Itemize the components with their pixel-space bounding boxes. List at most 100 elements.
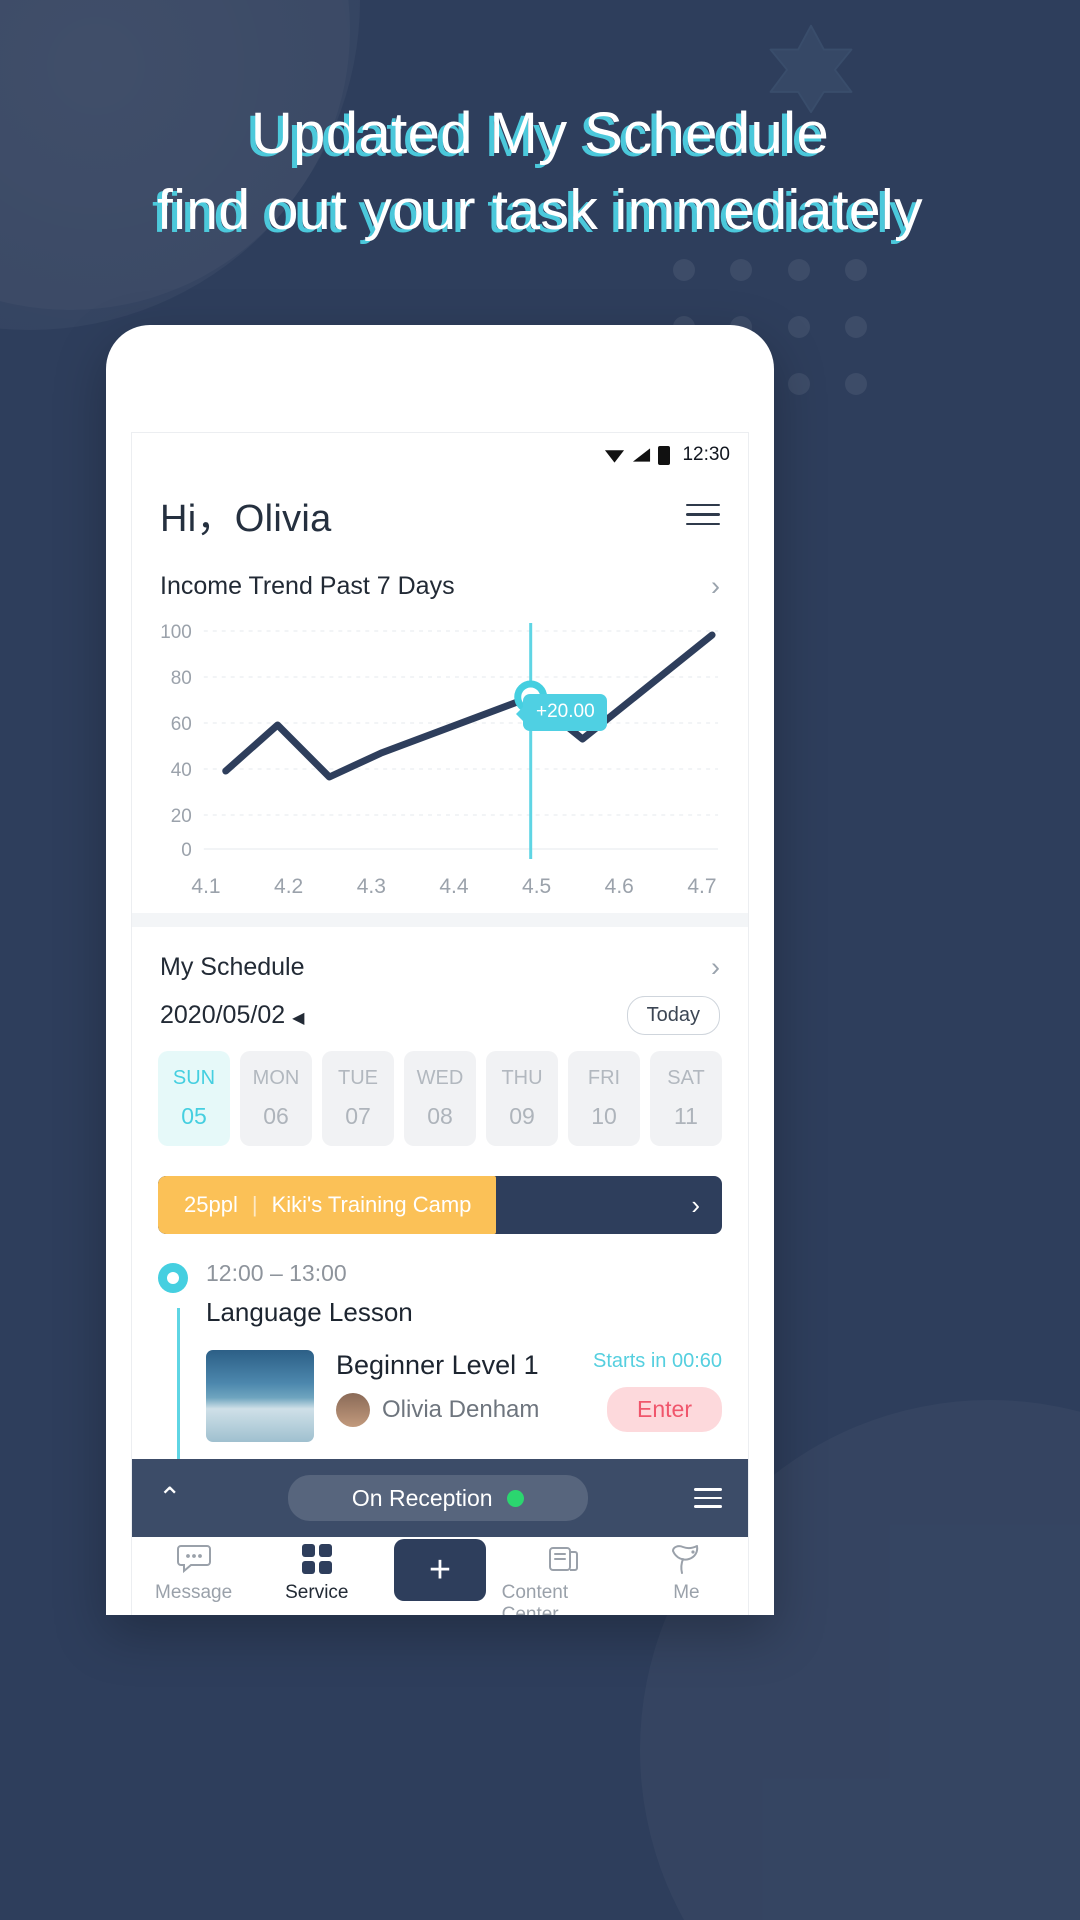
day-name: FRI — [587, 1067, 621, 1089]
message-icon — [176, 1541, 211, 1577]
svg-text:60: 60 — [171, 714, 192, 735]
tab-message[interactable]: Message — [132, 1541, 255, 1604]
day-pill-sat[interactable]: SAT 11 — [650, 1051, 722, 1146]
schedule-timeline: 12:00 – 13:00 Language Lesson Beginner L… — [132, 1234, 748, 1508]
chart-x-tick: 4.5 — [522, 875, 552, 898]
day-pill-wed[interactable]: WED 08 — [404, 1051, 476, 1146]
chart-tooltip: +20.00 — [516, 694, 607, 731]
tab-label: Content Center — [501, 1582, 569, 1615]
wifi-icon — [605, 450, 625, 463]
chart-x-ticks: 4.1 4.2 4.3 4.4 4.5 4.6 4.7 — [132, 873, 748, 899]
section-divider — [132, 913, 748, 927]
svg-text:100: 100 — [160, 622, 192, 643]
chevron-up-icon[interactable]: ⌃ — [158, 1484, 181, 1512]
chart-series-line — [222, 631, 716, 781]
day-pill-sun[interactable]: SUN 05 — [158, 1051, 230, 1146]
chevron-right-icon[interactable]: › — [711, 954, 720, 981]
camp-name: Kiki's Training Camp — [271, 1192, 472, 1217]
svg-text:40: 40 — [171, 760, 192, 781]
reception-status-pill[interactable]: On Reception — [287, 1475, 588, 1521]
schedule-title: My Schedule — [160, 953, 305, 981]
chart-x-tick: 4.6 — [604, 875, 634, 898]
today-button[interactable]: Today — [626, 996, 720, 1035]
greeting-text: Hi，Olivia — [160, 498, 332, 540]
plus-icon[interactable]: + — [394, 1539, 486, 1601]
hero-headline: Updated My Schedule find out your task i… — [0, 96, 1080, 248]
timeline-name: Language Lesson — [206, 1297, 413, 1327]
day-number: 07 — [345, 1103, 371, 1129]
camp-progress-bar[interactable]: 25ppl | Kiki's Training Camp › — [158, 1176, 722, 1234]
status-bar: 12:30 — [132, 433, 748, 471]
timeline-time: 12:00 – 13:00 — [206, 1260, 347, 1286]
schedule-date-value: 2020/05/02 — [160, 1001, 286, 1029]
battery-icon — [658, 445, 671, 465]
schedule-date-picker[interactable]: 2020/05/02 ◀ — [160, 1001, 304, 1030]
chart-x-tick: 4.4 — [439, 875, 469, 898]
lesson-starts-in: Starts in 00:60 — [593, 1350, 722, 1372]
income-card-header[interactable]: Income Trend Past 7 Days › — [132, 546, 748, 601]
day-pill-fri[interactable]: FRI 10 — [568, 1051, 640, 1146]
timeline-entry: 12:00 – 13:00 Language Lesson — [158, 1260, 722, 1328]
day-number: 10 — [591, 1103, 617, 1129]
day-number: 05 — [181, 1103, 207, 1129]
day-name: SAT — [667, 1067, 705, 1089]
day-number: 06 — [263, 1103, 289, 1129]
hamburger-menu-icon[interactable] — [694, 1488, 722, 1508]
day-number: 08 — [427, 1103, 453, 1129]
lesson-actions: Starts in 00:60 Enter — [593, 1350, 722, 1432]
day-selector: SUN 05 MON 06 TUE 07 WED 08 THU 09 FRI 1… — [132, 1035, 748, 1146]
lesson-card[interactable]: Beginner Level 1 Olivia Denham Starts in… — [206, 1350, 722, 1442]
tab-content-center[interactable]: Content Center — [502, 1541, 625, 1615]
day-name: MON — [252, 1067, 300, 1089]
schedule-card-header[interactable]: My Schedule › — [132, 927, 748, 982]
reception-status-bar: ⌃ On Reception — [132, 1459, 748, 1537]
hamburger-menu-icon[interactable] — [686, 503, 720, 526]
camp-progress-row: 25ppl | Kiki's Training Camp › — [132, 1146, 748, 1234]
tab-me[interactable]: Me — [625, 1541, 748, 1604]
content-icon — [547, 1541, 579, 1577]
hero-line-2: find out your task immediately — [157, 178, 923, 242]
caret-left-icon: ◀ — [292, 1010, 305, 1027]
day-name: TUE — [338, 1067, 378, 1089]
schedule-date-row: 2020/05/02 ◀ Today — [132, 982, 748, 1035]
tab-service[interactable]: Service — [255, 1541, 378, 1604]
phone-screen: 12:30 Hi，Olivia Income Trend Past 7 Days… — [131, 432, 749, 1615]
avatar — [336, 1393, 370, 1427]
income-line-chart: 100 80 60 40 20 0 — [160, 622, 719, 861]
signal-icon — [633, 448, 651, 462]
chart-x-tick: 4.3 — [356, 875, 386, 898]
person-icon — [669, 1541, 703, 1577]
day-pill-tue[interactable]: TUE 07 — [322, 1051, 394, 1146]
income-chart: 100 80 60 40 20 0 +20.00 — [132, 601, 748, 873]
hero-line-1: Updated My Schedule — [250, 101, 830, 166]
svg-text:0: 0 — [181, 840, 192, 861]
enter-button[interactable]: Enter — [607, 1387, 722, 1432]
camp-separator: | — [251, 1192, 258, 1217]
svg-text:20: 20 — [171, 806, 192, 827]
day-pill-mon[interactable]: MON 06 — [240, 1051, 312, 1146]
status-badge — [506, 1489, 524, 1507]
status-bar-time: 12:30 — [682, 444, 730, 465]
chevron-right-icon[interactable]: › — [711, 573, 720, 600]
lesson-teacher-name: Olivia Denham — [382, 1396, 540, 1423]
income-card-title: Income Trend Past 7 Days — [160, 572, 455, 600]
svg-text:80: 80 — [171, 668, 192, 689]
grid-icon — [301, 1541, 333, 1577]
chart-x-tick: 4.2 — [274, 875, 304, 898]
reception-status-label: On Reception — [351, 1484, 493, 1511]
day-number: 11 — [674, 1103, 698, 1129]
timeline-dot-icon — [158, 1263, 188, 1293]
tab-add[interactable]: + — [378, 1539, 501, 1601]
camp-people-count: 25ppl — [184, 1192, 238, 1217]
phone-mockup: 12:30 Hi，Olivia Income Trend Past 7 Days… — [106, 325, 774, 1615]
chart-y-ticks: 100 80 60 40 20 0 — [160, 622, 192, 861]
tab-label: Message — [155, 1582, 233, 1603]
lesson-thumbnail — [206, 1350, 314, 1442]
day-name: WED — [416, 1067, 464, 1089]
tab-label: Service — [285, 1582, 349, 1603]
chevron-right-icon[interactable]: › — [691, 1192, 700, 1218]
bottom-tab-bar: Message Service + Content Center Me — [132, 1537, 748, 1615]
day-pill-thu[interactable]: THU 09 — [486, 1051, 558, 1146]
chart-x-tick: 4.1 — [191, 875, 221, 898]
day-number: 09 — [509, 1103, 535, 1129]
